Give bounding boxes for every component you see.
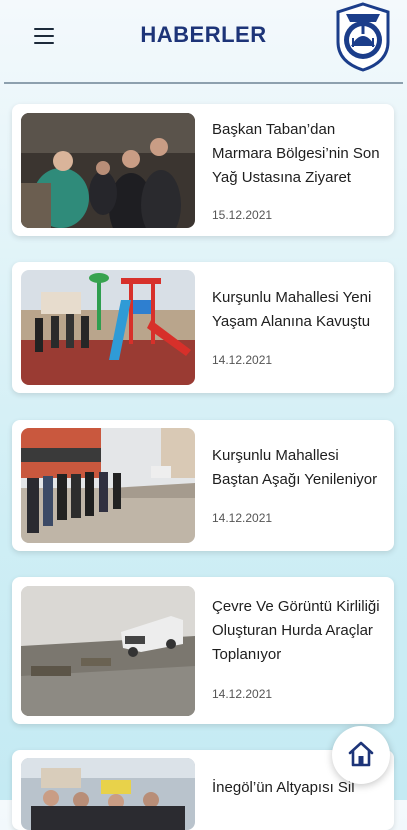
news-thumbnail bbox=[21, 586, 195, 716]
news-date: 14.12.2021 bbox=[212, 511, 273, 525]
news-title: Kurşunlu Mahallesi Yeni Yaşam Alanına Ka… bbox=[212, 289, 372, 330]
news-date: 15.12.2021 bbox=[212, 208, 273, 222]
app-header: HABERLER bbox=[0, 0, 407, 82]
news-card[interactable]: Çevre Ve Görüntü Kirliliği Oluşturan Hur… bbox=[12, 577, 394, 724]
news-title: Çevre Ve Görüntü Kirliliği Oluşturan Hur… bbox=[212, 598, 380, 663]
news-title: Kurşunlu Mahallesi Baştan Aşağı Yenileni… bbox=[212, 447, 378, 488]
news-card[interactable]: Kurşunlu Mahallesi Yeni Yaşam Alanına Ka… bbox=[12, 262, 394, 393]
news-card[interactable]: Kurşunlu Mahallesi Baştan Aşağı Yenileni… bbox=[12, 420, 394, 551]
news-thumbnail bbox=[21, 270, 195, 385]
news-thumbnail bbox=[21, 428, 195, 543]
home-button[interactable] bbox=[332, 726, 390, 784]
news-title: Başkan Taban’dan Marmara Bölgesi’nin Son… bbox=[212, 121, 380, 186]
news-date: 14.12.2021 bbox=[212, 353, 273, 367]
news-card[interactable]: Başkan Taban’dan Marmara Bölgesi’nin Son… bbox=[12, 104, 394, 236]
news-date: 14.12.2021 bbox=[212, 687, 273, 701]
news-thumbnail bbox=[21, 758, 195, 830]
header-divider bbox=[4, 82, 403, 84]
municipality-logo bbox=[336, 2, 390, 72]
home-icon bbox=[348, 741, 374, 767]
news-thumbnail bbox=[21, 113, 195, 228]
